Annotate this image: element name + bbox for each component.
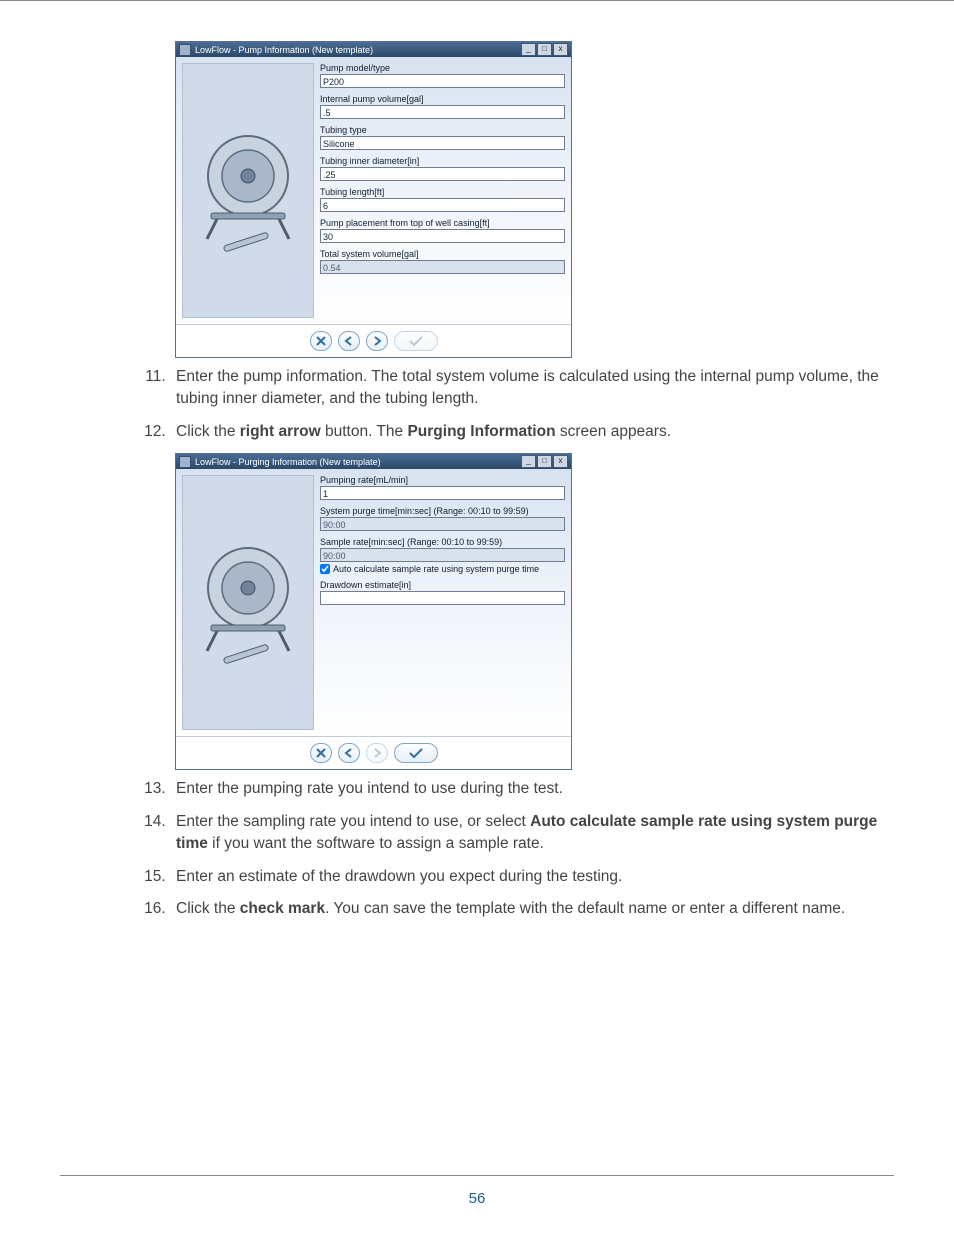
- step-14: Enter the sampling rate you intend to us…: [170, 811, 894, 856]
- step-text: Enter the sampling rate you intend to us…: [176, 813, 530, 830]
- step-16: Click the check mark. You can save the t…: [170, 898, 894, 920]
- step-text: Enter the pump information. The total sy…: [176, 368, 879, 407]
- step-text: screen appears.: [556, 423, 671, 440]
- close-icon[interactable]: x: [553, 43, 568, 56]
- window-title: LowFlow - Pump Information (New template…: [195, 45, 373, 55]
- drawdown-label: Drawdown estimate[in]: [320, 580, 565, 590]
- tubing-id-input[interactable]: .25: [320, 167, 565, 181]
- purge-time-output: 90:00: [320, 517, 565, 531]
- step-text: button. The: [321, 423, 408, 440]
- x-icon: [315, 747, 327, 759]
- instruction-list: Enter the pumping rate you intend to use…: [60, 778, 894, 920]
- pump-placement-label: Pump placement from top of well casing[f…: [320, 218, 565, 228]
- step-15: Enter an estimate of the drawdown you ex…: [170, 866, 894, 888]
- app-icon: [179, 44, 191, 56]
- tubing-length-input[interactable]: 6: [320, 198, 565, 212]
- step-text: if you want the software to assign a sam…: [208, 835, 544, 852]
- purging-info-window: LowFlow - Purging Information (New templ…: [175, 453, 572, 770]
- close-icon[interactable]: x: [553, 455, 568, 468]
- window-controls: _ □ x: [520, 43, 568, 56]
- pump-model-input[interactable]: P200: [320, 74, 565, 88]
- page-number: 56: [60, 1175, 894, 1207]
- titlebar: LowFlow - Pump Information (New template…: [176, 42, 571, 57]
- sample-rate-label: Sample rate[min:sec] (Range: 00:10 to 99…: [320, 537, 565, 547]
- app-icon: [179, 456, 191, 468]
- cancel-button[interactable]: [310, 743, 332, 763]
- auto-calc-row[interactable]: Auto calculate sample rate using system …: [320, 564, 565, 574]
- auto-calc-label: Auto calculate sample rate using system …: [333, 564, 539, 574]
- pumping-rate-input[interactable]: 1: [320, 486, 565, 500]
- arrow-right-icon: [371, 747, 383, 759]
- pump-illustration: [182, 63, 314, 318]
- step-bold: check mark: [240, 900, 325, 917]
- finish-button[interactable]: [394, 331, 438, 351]
- step-12: Click the right arrow button. The Purgin…: [170, 421, 894, 443]
- check-icon: [408, 335, 424, 347]
- sample-rate-output: 90:00: [320, 548, 565, 562]
- finish-button[interactable]: [394, 743, 438, 763]
- arrow-right-icon: [371, 335, 383, 347]
- next-button[interactable]: [366, 331, 388, 351]
- tubing-id-label: Tubing inner diameter[in]: [320, 156, 565, 166]
- pumping-rate-label: Pumping rate[mL/min]: [320, 475, 565, 485]
- window2-nav: [176, 736, 571, 769]
- total-volume-label: Total system volume[gal]: [320, 249, 565, 259]
- instruction-list: Enter the pump information. The total sy…: [60, 366, 894, 443]
- pump-info-form: Pump model/type P200 Internal pump volum…: [320, 63, 565, 318]
- internal-volume-label: Internal pump volume[gal]: [320, 94, 565, 104]
- step-text: Click the: [176, 900, 240, 917]
- window-controls: _ □ x: [520, 455, 568, 468]
- document-page: LowFlow - Pump Information (New template…: [0, 0, 954, 1235]
- window1-nav: [176, 324, 571, 357]
- tubing-type-input[interactable]: Silicone: [320, 136, 565, 150]
- total-volume-output: 0.54: [320, 260, 565, 274]
- step-text: Click the: [176, 423, 240, 440]
- drawdown-input[interactable]: [320, 591, 565, 605]
- step-bold: right arrow: [240, 423, 321, 440]
- window-title: LowFlow - Purging Information (New templ…: [195, 457, 381, 467]
- back-button[interactable]: [338, 331, 360, 351]
- maximize-icon[interactable]: □: [537, 455, 552, 468]
- purging-info-form: Pumping rate[mL/min] 1 System purge time…: [320, 475, 565, 730]
- tubing-length-label: Tubing length[ft]: [320, 187, 565, 197]
- next-button[interactable]: [366, 743, 388, 763]
- back-button[interactable]: [338, 743, 360, 763]
- pump-info-window: LowFlow - Pump Information (New template…: [175, 41, 572, 358]
- check-icon: [408, 747, 424, 759]
- minimize-icon[interactable]: _: [521, 43, 536, 56]
- step-bold: Purging Information: [407, 423, 555, 440]
- minimize-icon[interactable]: _: [521, 455, 536, 468]
- pump-placement-input[interactable]: 30: [320, 229, 565, 243]
- step-13: Enter the pumping rate you intend to use…: [170, 778, 894, 800]
- arrow-left-icon: [343, 335, 355, 347]
- internal-volume-input[interactable]: .5: [320, 105, 565, 119]
- pump-illustration: [182, 475, 314, 730]
- maximize-icon[interactable]: □: [537, 43, 552, 56]
- arrow-left-icon: [343, 747, 355, 759]
- step-text: . You can save the template with the def…: [325, 900, 845, 917]
- step-11: Enter the pump information. The total sy…: [170, 366, 894, 411]
- cancel-button[interactable]: [310, 331, 332, 351]
- auto-calc-checkbox[interactable]: [320, 564, 330, 574]
- titlebar: LowFlow - Purging Information (New templ…: [176, 454, 571, 469]
- tubing-type-label: Tubing type: [320, 125, 565, 135]
- purge-time-label: System purge time[min:sec] (Range: 00:10…: [320, 506, 565, 516]
- step-text: Enter an estimate of the drawdown you ex…: [176, 868, 622, 885]
- pump-model-label: Pump model/type: [320, 63, 565, 73]
- step-text: Enter the pumping rate you intend to use…: [176, 780, 563, 797]
- x-icon: [315, 335, 327, 347]
